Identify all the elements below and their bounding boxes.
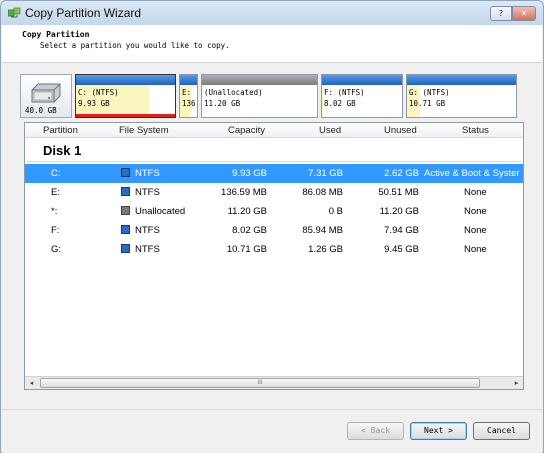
wizard-footer: < Back Next > Cancel [2, 409, 542, 453]
partition-block-g[interactable]: G: (NTFS) 10.71 GB [406, 74, 517, 118]
scroll-left-icon[interactable]: ◂ [25, 377, 38, 389]
disk-group-label: Disk 1 [43, 143, 82, 158]
partition-table: Partition File System Capacity Used Unus… [24, 122, 524, 390]
page-title: Copy Partition [22, 30, 90, 39]
partition-block-c[interactable]: C: (NTFS) 9.93 GB [75, 74, 176, 118]
disk-info-block[interactable]: 40.0 GB [20, 74, 72, 118]
cell-capacity: 10.71 GB [226, 244, 267, 255]
partition-block-e[interactable]: E: ( 136 [179, 74, 198, 118]
table-row[interactable]: *: Unallocated 11.20 GB 0 B 11.20 GB Non… [25, 202, 523, 221]
cell-capacity: 9.93 GB [232, 168, 267, 179]
cell-unused: 2.62 GB [384, 168, 419, 179]
page-subtitle: Select a partition you would like to cop… [40, 41, 230, 50]
ntfs-color-icon [121, 168, 130, 177]
column-header-status[interactable]: Status [462, 125, 489, 136]
partition-block-text: C: (NTFS) 9.93 GB [78, 88, 119, 108]
back-button[interactable]: < Back [347, 422, 404, 440]
used-space-fill [322, 85, 323, 117]
cell-used: 85.94 MB [302, 225, 343, 236]
selected-marker [76, 114, 175, 117]
scrollbar-thumb[interactable]: III [40, 378, 480, 388]
partition-block-unallocated[interactable]: (Unallocated) 11.20 GB [201, 74, 318, 118]
disk-group-divider [27, 161, 521, 162]
column-header-partition[interactable]: Partition [43, 125, 78, 136]
partition-cap [322, 75, 402, 85]
cell-used: 86.08 MB [302, 187, 343, 198]
cell-partition: C: [51, 168, 61, 179]
title-bar: Copy Partition Wizard ? ✕ [1, 1, 543, 25]
partition-cap [202, 75, 317, 85]
cell-partition: F: [51, 225, 60, 236]
cell-capacity: 11.20 GB [227, 206, 267, 217]
ntfs-color-icon [121, 244, 130, 253]
cell-partition: *: [51, 206, 58, 217]
cell-unused: 11.20 GB [379, 206, 419, 217]
partition-cap [407, 75, 516, 85]
cell-unused: 7.94 GB [384, 225, 419, 236]
cell-capacity: 136.59 MB [221, 187, 267, 198]
cell-status: Active & Boot & Syster [424, 168, 520, 179]
table-row[interactable]: G: NTFS 10.71 GB 1.26 GB 9.45 GB None [25, 240, 523, 259]
partition-block-f[interactable]: F: (NTFS) 8.02 GB [321, 74, 403, 118]
wizard-body: 40.0 GB C: (NTFS) 9.93 GB E: ( 136 (Unal… [2, 64, 542, 409]
next-button[interactable]: Next > [410, 422, 467, 440]
unallocated-color-icon [121, 206, 130, 215]
cell-file-system: NTFS [135, 244, 160, 255]
cell-capacity: 8.02 GB [232, 225, 267, 236]
partition-block-text: E: ( 136 [182, 88, 197, 108]
partition-block-text: F: (NTFS) 8.02 GB [324, 88, 365, 108]
partition-block-text: (Unallocated) 11.20 GB [204, 88, 263, 108]
cell-used: 1.26 GB [308, 244, 343, 255]
disk-map: 40.0 GB C: (NTFS) 9.93 GB E: ( 136 (Unal… [20, 74, 523, 118]
cell-status: None [464, 225, 487, 236]
cell-file-system: Unallocated [135, 206, 186, 217]
cell-unused: 9.45 GB [384, 244, 419, 255]
table-row[interactable]: E: NTFS 136.59 MB 86.08 MB 50.51 MB None [25, 183, 523, 202]
partition-cap [76, 75, 175, 85]
window-title: Copy Partition Wizard [25, 6, 142, 20]
cell-used: 7.31 GB [308, 168, 343, 179]
table-row[interactable]: F: NTFS 8.02 GB 85.94 MB 7.94 GB None [25, 221, 523, 240]
cell-status: None [464, 206, 487, 217]
table-header: Partition File System Capacity Used Unus… [25, 123, 523, 138]
cell-status: None [464, 187, 487, 198]
column-header-used[interactable]: Used [319, 125, 341, 136]
partition-cap [180, 75, 197, 85]
close-button[interactable]: ✕ [512, 6, 536, 21]
partition-block-text: G: (NTFS) 10.71 GB [409, 88, 450, 108]
horizontal-scrollbar[interactable]: ◂ III ▸ [25, 376, 523, 389]
cell-partition: E: [51, 187, 60, 198]
cancel-button[interactable]: Cancel [473, 422, 530, 440]
cell-file-system: NTFS [135, 187, 160, 198]
disk-size-label: 40.0 GB [25, 106, 57, 115]
ntfs-color-icon [121, 187, 130, 196]
wizard-header: Copy Partition Select a partition you wo… [2, 25, 542, 63]
cell-partition: G: [51, 244, 62, 255]
cell-file-system: NTFS [135, 225, 160, 236]
column-header-capacity[interactable]: Capacity [228, 125, 265, 136]
help-button[interactable]: ? [490, 6, 512, 21]
cell-file-system: NTFS [135, 168, 160, 179]
ntfs-color-icon [121, 225, 130, 234]
column-header-file-system[interactable]: File System [119, 125, 169, 136]
cell-status: None [464, 244, 487, 255]
cell-used: 0 B [328, 206, 343, 217]
cell-unused: 50.51 MB [378, 187, 419, 198]
table-row[interactable]: C: NTFS 9.93 GB 7.31 GB 2.62 GB Active &… [25, 164, 523, 183]
wizard-app-icon [8, 7, 21, 18]
scroll-right-icon[interactable]: ▸ [510, 377, 523, 389]
copy-partition-wizard-window: Copy Partition Wizard ? ✕ Copy Partition… [0, 0, 544, 453]
hard-disk-icon [31, 83, 61, 103]
column-header-unused[interactable]: Unused [384, 125, 417, 136]
